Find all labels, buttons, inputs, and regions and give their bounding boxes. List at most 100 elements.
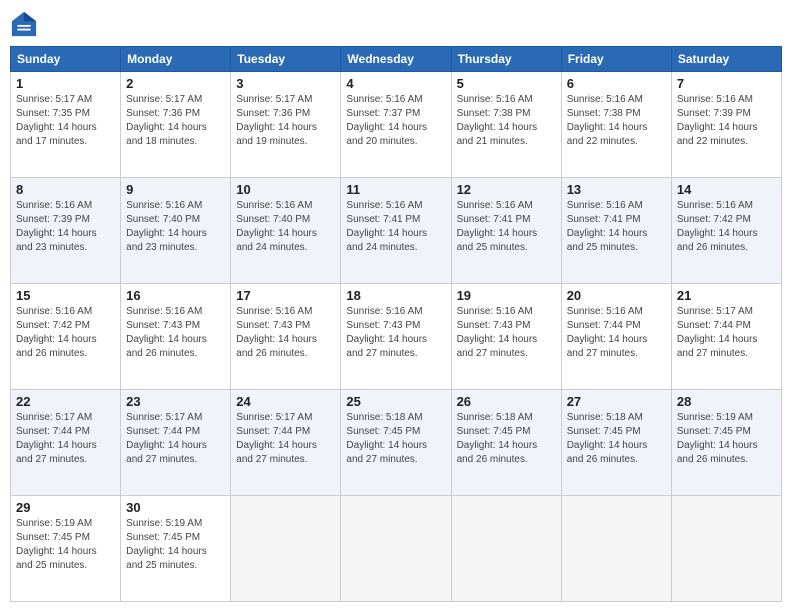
calendar-week-row: 1 Sunrise: 5:17 AM Sunset: 7:35 PM Daylig… — [11, 72, 782, 178]
logo-icon — [10, 10, 38, 38]
day-number: 5 — [457, 76, 556, 91]
day-number: 20 — [567, 288, 666, 303]
day-number: 25 — [346, 394, 445, 409]
calendar-day-header: Friday — [561, 47, 671, 72]
day-number: 15 — [16, 288, 115, 303]
day-info: Sunrise: 5:16 AM Sunset: 7:44 PM Dayligh… — [567, 305, 666, 361]
day-info: Sunrise: 5:18 AM Sunset: 7:45 PM Dayligh… — [346, 411, 445, 467]
day-number: 9 — [126, 182, 225, 197]
calendar-cell — [231, 496, 341, 602]
calendar-cell: 10 Sunrise: 5:16 AM Sunset: 7:40 PM Dayli… — [231, 178, 341, 284]
calendar-day-header: Sunday — [11, 47, 121, 72]
day-info: Sunrise: 5:17 AM Sunset: 7:44 PM Dayligh… — [16, 411, 115, 467]
day-number: 30 — [126, 500, 225, 515]
day-number: 10 — [236, 182, 335, 197]
logo — [10, 10, 42, 38]
page: SundayMondayTuesdayWednesdayThursdayFrid… — [0, 0, 792, 612]
calendar-day-header: Thursday — [451, 47, 561, 72]
calendar-cell: 27Sunrise: 5:18 AM Sunset: 7:45 PM Dayli… — [561, 390, 671, 496]
calendar-cell: 17 Sunrise: 5:16 AM Sunset: 7:43 PM Dayli… — [231, 284, 341, 390]
day-number: 27 — [567, 394, 666, 409]
calendar-week-row: 8Sunrise: 5:16 AM Sunset: 7:39 PM Daylig… — [11, 178, 782, 284]
calendar-cell: 15 Sunrise: 5:16 AM Sunset: 7:42 PM Dayli… — [11, 284, 121, 390]
day-number: 14 — [677, 182, 776, 197]
calendar-cell — [341, 496, 451, 602]
day-number: 17 — [236, 288, 335, 303]
day-number: 16 — [126, 288, 225, 303]
calendar-day-header: Saturday — [671, 47, 781, 72]
day-number: 29 — [16, 500, 115, 515]
calendar-week-row: 15 Sunrise: 5:16 AM Sunset: 7:42 PM Dayli… — [11, 284, 782, 390]
calendar-cell: 5 Sunrise: 5:16 AM Sunset: 7:38 PM Daylig… — [451, 72, 561, 178]
calendar-week-row: 22 Sunrise: 5:17 AM Sunset: 7:44 PM Dayli… — [11, 390, 782, 496]
day-number: 21 — [677, 288, 776, 303]
day-info: Sunrise: 5:16 AM Sunset: 7:42 PM Dayligh… — [677, 199, 776, 255]
calendar-cell: 29 Sunrise: 5:19 AM Sunset: 7:45 PM Dayli… — [11, 496, 121, 602]
calendar-day-header: Tuesday — [231, 47, 341, 72]
day-number: 2 — [126, 76, 225, 91]
day-number: 11 — [346, 182, 445, 197]
day-info: Sunrise: 5:19 AM Sunset: 7:45 PM Dayligh… — [126, 517, 225, 573]
calendar-cell — [451, 496, 561, 602]
calendar-cell: 14 Sunrise: 5:16 AM Sunset: 7:42 PM Dayli… — [671, 178, 781, 284]
calendar-cell: 4Sunrise: 5:16 AM Sunset: 7:37 PM Daylig… — [341, 72, 451, 178]
day-info: Sunrise: 5:19 AM Sunset: 7:45 PM Dayligh… — [16, 517, 115, 573]
calendar-cell — [671, 496, 781, 602]
day-info: Sunrise: 5:16 AM Sunset: 7:43 PM Dayligh… — [457, 305, 556, 361]
day-number: 7 — [677, 76, 776, 91]
day-number: 3 — [236, 76, 335, 91]
header — [10, 10, 782, 38]
day-info: Sunrise: 5:18 AM Sunset: 7:45 PM Dayligh… — [457, 411, 556, 467]
calendar-cell: 30 Sunrise: 5:19 AM Sunset: 7:45 PM Dayli… — [121, 496, 231, 602]
calendar-cell: 25 Sunrise: 5:18 AM Sunset: 7:45 PM Dayli… — [341, 390, 451, 496]
calendar-cell: 1 Sunrise: 5:17 AM Sunset: 7:35 PM Daylig… — [11, 72, 121, 178]
calendar-table: SundayMondayTuesdayWednesdayThursdayFrid… — [10, 46, 782, 602]
calendar-day-header: Monday — [121, 47, 231, 72]
day-number: 26 — [457, 394, 556, 409]
day-info: Sunrise: 5:16 AM Sunset: 7:40 PM Dayligh… — [236, 199, 335, 255]
day-info: Sunrise: 5:16 AM Sunset: 7:39 PM Dayligh… — [16, 199, 115, 255]
calendar-cell: 16 Sunrise: 5:16 AM Sunset: 7:43 PM Dayli… — [121, 284, 231, 390]
calendar-cell: 19Sunrise: 5:16 AM Sunset: 7:43 PM Dayli… — [451, 284, 561, 390]
day-info: Sunrise: 5:17 AM Sunset: 7:36 PM Dayligh… — [236, 93, 335, 149]
calendar-cell: 22 Sunrise: 5:17 AM Sunset: 7:44 PM Dayli… — [11, 390, 121, 496]
calendar-cell: 21 Sunrise: 5:17 AM Sunset: 7:44 PM Dayli… — [671, 284, 781, 390]
day-info: Sunrise: 5:16 AM Sunset: 7:43 PM Dayligh… — [346, 305, 445, 361]
calendar-cell: 26 Sunrise: 5:18 AM Sunset: 7:45 PM Dayli… — [451, 390, 561, 496]
day-info: Sunrise: 5:16 AM Sunset: 7:41 PM Dayligh… — [457, 199, 556, 255]
day-number: 22 — [16, 394, 115, 409]
day-info: Sunrise: 5:16 AM Sunset: 7:41 PM Dayligh… — [346, 199, 445, 255]
calendar-cell: 28Sunrise: 5:19 AM Sunset: 7:45 PM Dayli… — [671, 390, 781, 496]
calendar-day-header: Wednesday — [341, 47, 451, 72]
day-info: Sunrise: 5:16 AM Sunset: 7:42 PM Dayligh… — [16, 305, 115, 361]
day-info: Sunrise: 5:19 AM Sunset: 7:45 PM Dayligh… — [677, 411, 776, 467]
day-info: Sunrise: 5:17 AM Sunset: 7:44 PM Dayligh… — [236, 411, 335, 467]
calendar-cell: 12 Sunrise: 5:16 AM Sunset: 7:41 PM Dayli… — [451, 178, 561, 284]
day-info: Sunrise: 5:16 AM Sunset: 7:40 PM Dayligh… — [126, 199, 225, 255]
calendar-cell: 3 Sunrise: 5:17 AM Sunset: 7:36 PM Daylig… — [231, 72, 341, 178]
day-info: Sunrise: 5:17 AM Sunset: 7:44 PM Dayligh… — [677, 305, 776, 361]
day-number: 13 — [567, 182, 666, 197]
day-number: 1 — [16, 76, 115, 91]
day-number: 23 — [126, 394, 225, 409]
calendar-cell: 8Sunrise: 5:16 AM Sunset: 7:39 PM Daylig… — [11, 178, 121, 284]
day-info: Sunrise: 5:17 AM Sunset: 7:44 PM Dayligh… — [126, 411, 225, 467]
calendar-cell: 11 Sunrise: 5:16 AM Sunset: 7:41 PM Dayli… — [341, 178, 451, 284]
day-info: Sunrise: 5:16 AM Sunset: 7:41 PM Dayligh… — [567, 199, 666, 255]
calendar-cell: 24 Sunrise: 5:17 AM Sunset: 7:44 PM Dayli… — [231, 390, 341, 496]
day-info: Sunrise: 5:16 AM Sunset: 7:39 PM Dayligh… — [677, 93, 776, 149]
day-number: 6 — [567, 76, 666, 91]
calendar-cell: 6Sunrise: 5:16 AM Sunset: 7:38 PM Daylig… — [561, 72, 671, 178]
day-info: Sunrise: 5:17 AM Sunset: 7:35 PM Dayligh… — [16, 93, 115, 149]
day-number: 18 — [346, 288, 445, 303]
day-info: Sunrise: 5:16 AM Sunset: 7:43 PM Dayligh… — [126, 305, 225, 361]
calendar-header-row: SundayMondayTuesdayWednesdayThursdayFrid… — [11, 47, 782, 72]
day-info: Sunrise: 5:16 AM Sunset: 7:43 PM Dayligh… — [236, 305, 335, 361]
day-number: 12 — [457, 182, 556, 197]
calendar-cell: 2Sunrise: 5:17 AM Sunset: 7:36 PM Daylig… — [121, 72, 231, 178]
calendar-week-row: 29 Sunrise: 5:19 AM Sunset: 7:45 PM Dayli… — [11, 496, 782, 602]
day-info: Sunrise: 5:16 AM Sunset: 7:38 PM Dayligh… — [457, 93, 556, 149]
day-info: Sunrise: 5:16 AM Sunset: 7:37 PM Dayligh… — [346, 93, 445, 149]
calendar-cell: 7 Sunrise: 5:16 AM Sunset: 7:39 PM Daylig… — [671, 72, 781, 178]
day-number: 24 — [236, 394, 335, 409]
